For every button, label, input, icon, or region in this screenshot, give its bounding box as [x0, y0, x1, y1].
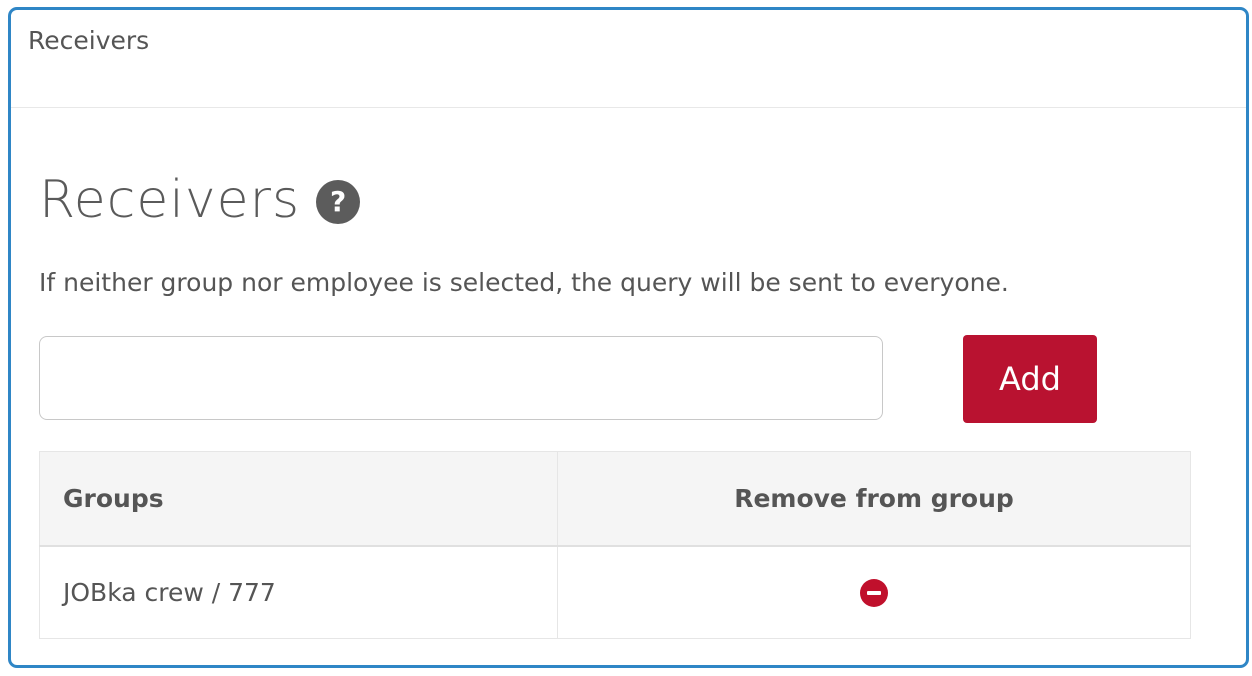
panel-header: Receivers [11, 10, 1246, 108]
group-name-cell: JOBka crew / 777 [39, 545, 558, 639]
remove-cell [557, 545, 1191, 639]
groups-table: Groups Remove from group JOBka crew / 77… [39, 451, 1191, 639]
section-heading: Receivers ? [39, 168, 361, 232]
receivers-description: If neither group nor employee is selecte… [39, 268, 1009, 297]
section-title: Receivers [39, 170, 301, 230]
table-row: JOBka crew / 777 [39, 545, 1191, 639]
column-header-groups: Groups [39, 451, 558, 547]
add-button[interactable]: Add [963, 335, 1097, 423]
receiver-search-input[interactable] [39, 336, 883, 420]
help-icon[interactable]: ? [316, 180, 361, 224]
column-header-remove: Remove from group [557, 451, 1191, 547]
panel-title: Receivers [28, 26, 150, 55]
remove-circle-icon[interactable] [860, 579, 888, 608]
receivers-panel: Receivers Receivers ? If neither group n… [8, 7, 1249, 668]
table-header-row: Groups Remove from group [39, 451, 1191, 547]
